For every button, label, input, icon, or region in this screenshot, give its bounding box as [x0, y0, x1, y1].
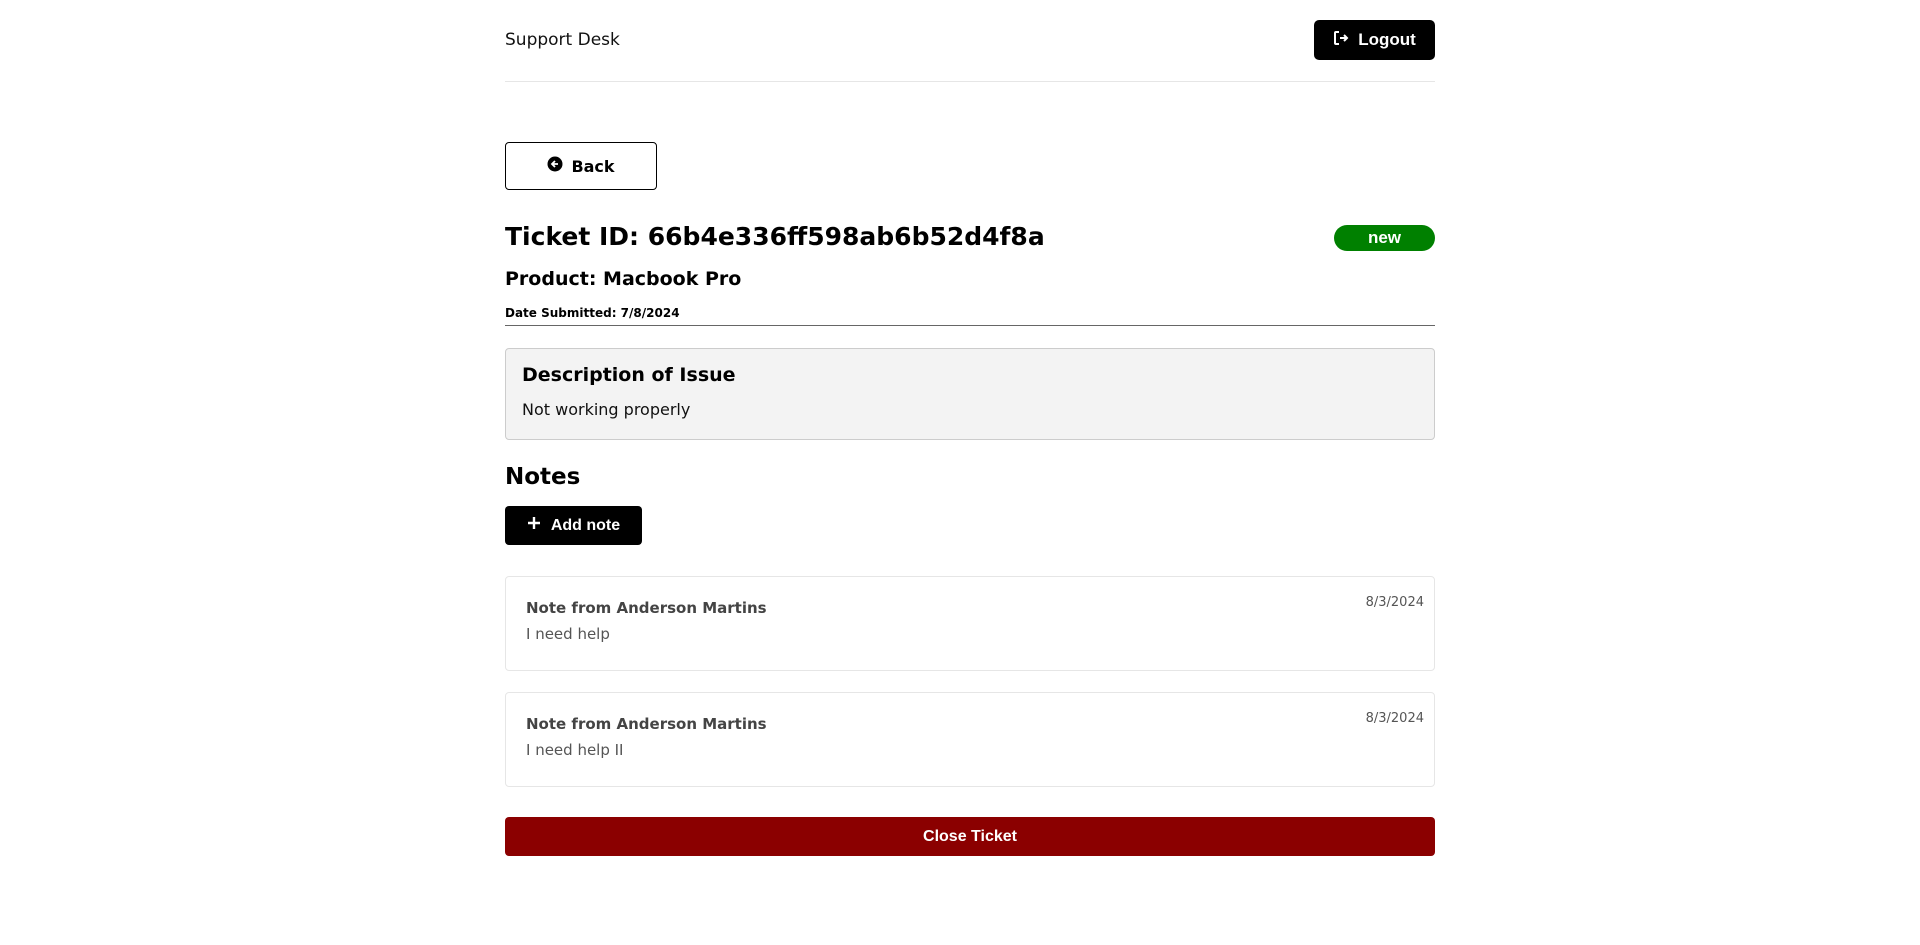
- arrow-circle-left-icon: [547, 156, 563, 176]
- plus-icon: [527, 516, 541, 535]
- date-submitted: Date Submitted: 7/8/2024: [505, 306, 680, 320]
- ticket-id-heading: Ticket ID: 66b4e336ff598ab6b52d4f8a: [505, 222, 1045, 251]
- add-note-button[interactable]: Add note: [505, 506, 642, 545]
- logout-label: Logout: [1358, 30, 1416, 49]
- back-button[interactable]: Back: [505, 142, 657, 190]
- page-container: Support Desk Logout Back Ticket ID: 66b4…: [505, 0, 1435, 856]
- status-badge: new: [1334, 225, 1435, 251]
- notes-heading: Notes: [505, 464, 581, 490]
- description-box: Description of Issue Not working properl…: [505, 348, 1435, 440]
- note-author: Note from Anderson Martins: [526, 715, 767, 733]
- note-date: 8/3/2024: [1365, 595, 1424, 610]
- note-author: Note from Anderson Martins: [526, 599, 767, 617]
- product-heading: Product: Macbook Pro: [505, 268, 742, 290]
- logout-button[interactable]: Logout: [1314, 20, 1435, 60]
- add-note-label: Add note: [550, 516, 621, 534]
- note-item: Note from Anderson Martins I need help I…: [505, 692, 1435, 787]
- description-title: Description of Issue: [522, 364, 736, 386]
- logout-icon: [1333, 30, 1349, 51]
- divider: [505, 325, 1435, 326]
- back-label: Back: [571, 156, 615, 176]
- brand-link[interactable]: Support Desk: [505, 30, 620, 50]
- close-ticket-button[interactable]: Close Ticket: [505, 817, 1435, 856]
- note-text: I need help: [526, 625, 610, 643]
- header: Support Desk Logout: [505, 0, 1435, 82]
- note-item: Note from Anderson Martins I need help 8…: [505, 576, 1435, 671]
- note-text: I need help II: [526, 741, 624, 759]
- note-date: 8/3/2024: [1365, 711, 1424, 726]
- description-text: Not working properly: [522, 400, 691, 419]
